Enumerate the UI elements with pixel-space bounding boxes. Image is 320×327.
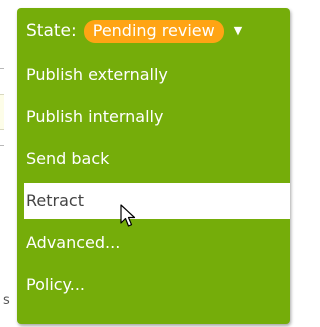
background-divider bbox=[0, 68, 4, 69]
menu-item-label: Advanced... bbox=[26, 233, 121, 252]
background-text: s bbox=[3, 293, 10, 308]
menu-item-retract[interactable]: Retract bbox=[24, 183, 290, 219]
menu-item-label: Publish internally bbox=[26, 107, 164, 126]
caret-down-icon: ▼ bbox=[233, 24, 243, 37]
background-divider bbox=[0, 145, 4, 146]
menu-item-label: Send back bbox=[26, 149, 110, 168]
menu-item-policy[interactable]: Policy... bbox=[17, 264, 290, 306]
menu-item-publish-externally[interactable]: Publish externally bbox=[17, 54, 290, 96]
state-dropdown-toggle[interactable]: State: Pending review ▼ bbox=[17, 8, 290, 54]
menu-item-advanced[interactable]: Advanced... bbox=[17, 222, 290, 264]
menu-item-send-back[interactable]: Send back bbox=[17, 138, 290, 180]
menu-item-label: Policy... bbox=[26, 275, 85, 294]
menu-item-label: Publish externally bbox=[26, 65, 168, 84]
workflow-state-menu: State: Pending review ▼ Publish external… bbox=[17, 8, 290, 324]
background-panel bbox=[0, 94, 4, 130]
state-badge: Pending review bbox=[83, 19, 224, 43]
state-label: State: bbox=[26, 21, 77, 41]
menu-item-publish-internally[interactable]: Publish internally bbox=[17, 96, 290, 138]
menu-item-label: Retract bbox=[26, 191, 84, 210]
workflow-menu-items: Publish externally Publish internally Se… bbox=[17, 54, 290, 306]
mouse-pointer-icon bbox=[120, 204, 136, 227]
